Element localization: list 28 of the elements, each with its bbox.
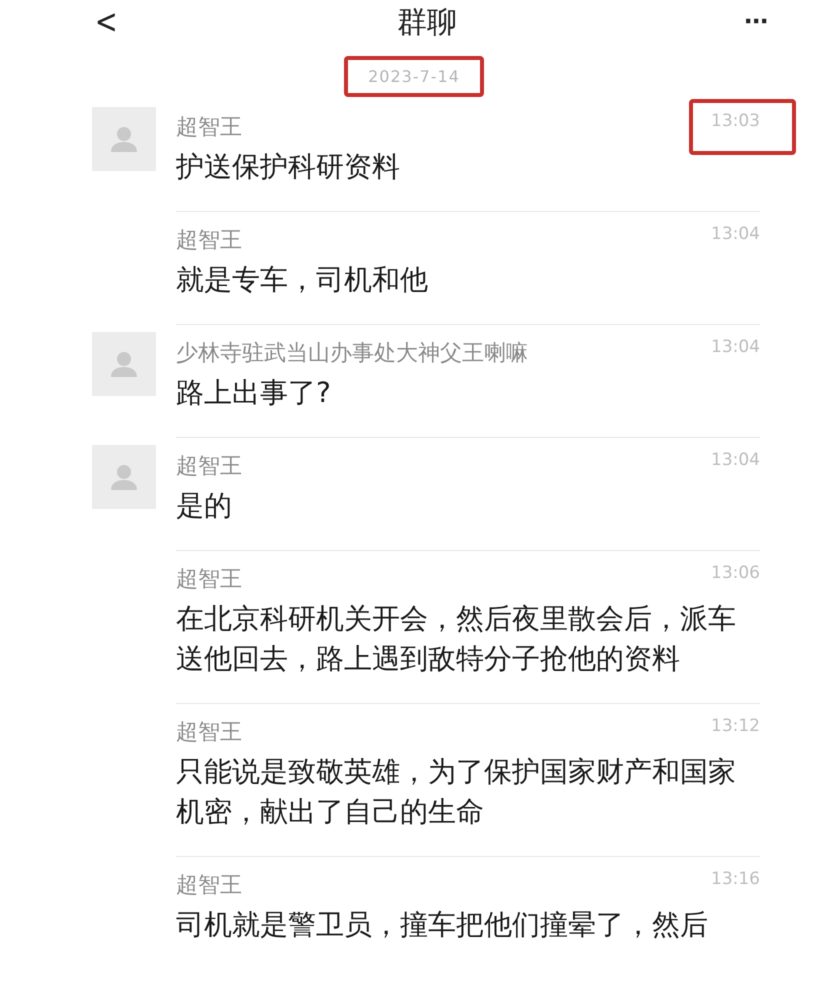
message-time: 13:04 (711, 224, 760, 244)
back-button[interactable]: < (90, 2, 122, 42)
message-text: 就是专车，司机和他 (176, 262, 429, 298)
person-icon (109, 349, 139, 379)
message-text: 司机就是警卫员，撞车把他们撞晕了，然后 (176, 907, 709, 943)
sender-name: 超智王 (176, 872, 242, 900)
message-time: 13:04 (711, 450, 760, 470)
sender-name: 超智王 (176, 453, 242, 481)
message-text: 在北京科研机关开会，然后夜里散会后，派车送他回去，路上遇到敌特分子抢他的资料 (176, 601, 737, 677)
message-time: 13:03 (711, 111, 760, 131)
chat-title: 群聊 (397, 4, 457, 42)
sender-name: 超智王 (176, 227, 242, 255)
date-label: 2023-7-14 (368, 67, 460, 86)
message-time: 13:04 (711, 337, 760, 357)
sender-name: 超智王 (176, 719, 242, 747)
sender-name: 超智王 (176, 566, 242, 594)
message-text: 是的 (176, 488, 233, 524)
message-text: 只能说是致敬英雄，为了保护国家财产和国家机密，献出了自己的生命 (176, 754, 737, 830)
message-time: 13:12 (711, 716, 760, 736)
person-icon (109, 124, 139, 154)
message-time: 13:16 (711, 869, 760, 889)
more-button[interactable]: ··· (744, 5, 768, 39)
message-text: 护送保护科研资料 (176, 149, 401, 185)
sender-name: 少林寺驻武当山办事处大神父王喇嘛 (176, 340, 528, 368)
sender-name: 超智王 (176, 114, 242, 142)
message-time: 13:06 (711, 563, 760, 583)
person-icon (109, 462, 139, 492)
message-text: 路上出事了? (176, 375, 332, 411)
